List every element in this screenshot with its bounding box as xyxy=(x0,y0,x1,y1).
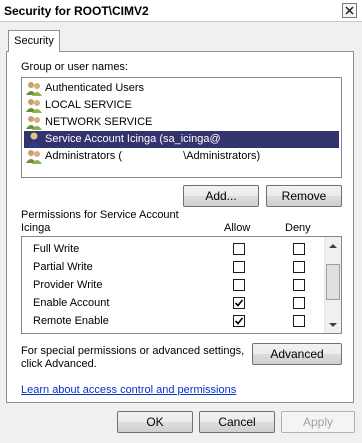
add-button[interactable]: Add... xyxy=(183,185,259,207)
users-group-icon xyxy=(26,149,42,164)
scrollbar-thumb[interactable] xyxy=(326,264,340,300)
apply-button[interactable]: Apply xyxy=(281,411,355,433)
group-user-list[interactable]: Authenticated Users LOCAL SERVICE NETWOR… xyxy=(21,77,342,178)
allow-checkbox[interactable] xyxy=(233,279,245,291)
permission-row: Partial Write xyxy=(22,258,322,276)
deny-checkbox[interactable] xyxy=(293,279,305,291)
allow-checkbox[interactable] xyxy=(233,261,245,273)
list-item-label: NETWORK SERVICE xyxy=(45,116,153,128)
users-group-icon xyxy=(26,81,42,96)
close-icon[interactable] xyxy=(342,3,357,18)
advanced-hint: For special permissions or advanced sett… xyxy=(21,345,245,357)
deny-column-header: Deny xyxy=(285,222,311,234)
scroll-down-icon[interactable] xyxy=(329,321,337,329)
list-item[interactable]: Authenticated Users xyxy=(24,80,339,97)
permission-name: Full Write xyxy=(33,243,80,255)
access-control-help-link[interactable]: Learn about access control and permissio… xyxy=(21,384,236,396)
deny-checkbox[interactable] xyxy=(293,243,305,255)
group-label: Group or user names: xyxy=(21,61,128,73)
list-item-label: Administrators ( \Administrators) xyxy=(45,150,261,162)
user-icon xyxy=(26,132,42,147)
users-group-icon xyxy=(26,115,42,130)
permissions-grid[interactable]: Full Write Partial Write Provider Write … xyxy=(21,236,342,334)
permission-name: Partial Write xyxy=(33,261,93,273)
window-title: Security for ROOT\CIMV2 xyxy=(4,4,149,18)
list-item-label: LOCAL SERVICE xyxy=(45,99,132,111)
tab-security[interactable]: Security xyxy=(8,30,60,52)
permission-row: Enable Account xyxy=(22,294,322,312)
scroll-up-icon[interactable] xyxy=(329,242,337,250)
permission-row: Remote Enable xyxy=(22,312,322,330)
permission-name: Remote Enable xyxy=(33,315,109,327)
list-item-label: Service Account Icinga (sa_icinga@ xyxy=(45,133,221,145)
permissions-header: Permissions for Service Account xyxy=(21,209,179,221)
users-group-icon xyxy=(26,98,42,113)
deny-checkbox[interactable] xyxy=(293,261,305,273)
advanced-button[interactable]: Advanced xyxy=(252,343,342,365)
allow-checkbox[interactable] xyxy=(233,297,245,309)
permission-name: Enable Account xyxy=(33,297,110,309)
list-item[interactable]: NETWORK SERVICE xyxy=(24,114,339,131)
cancel-button[interactable]: Cancel xyxy=(199,411,275,433)
permissions-scrollbar[interactable] xyxy=(324,237,341,333)
remove-button[interactable]: Remove xyxy=(266,185,342,207)
list-item[interactable]: Administrators ( \Administrators) xyxy=(24,148,339,165)
title-bar: Security for ROOT\CIMV2 xyxy=(0,0,362,22)
list-item-label: Authenticated Users xyxy=(45,82,145,94)
ok-button[interactable]: OK xyxy=(117,411,193,433)
list-item[interactable]: LOCAL SERVICE xyxy=(24,97,339,114)
permission-row: Provider Write xyxy=(22,276,322,294)
advanced-hint-line2: click Advanced. xyxy=(21,358,97,370)
deny-checkbox[interactable] xyxy=(293,315,305,327)
list-item-selected[interactable]: Service Account Icinga (sa_icinga@ xyxy=(24,131,339,148)
allow-checkbox[interactable] xyxy=(233,243,245,255)
permission-name: Provider Write xyxy=(33,279,103,291)
allow-column-header: Allow xyxy=(224,222,251,234)
permissions-header-account: Icinga xyxy=(21,222,51,234)
permission-row: Full Write xyxy=(22,240,322,258)
allow-checkbox[interactable] xyxy=(233,315,245,327)
deny-checkbox[interactable] xyxy=(293,297,305,309)
